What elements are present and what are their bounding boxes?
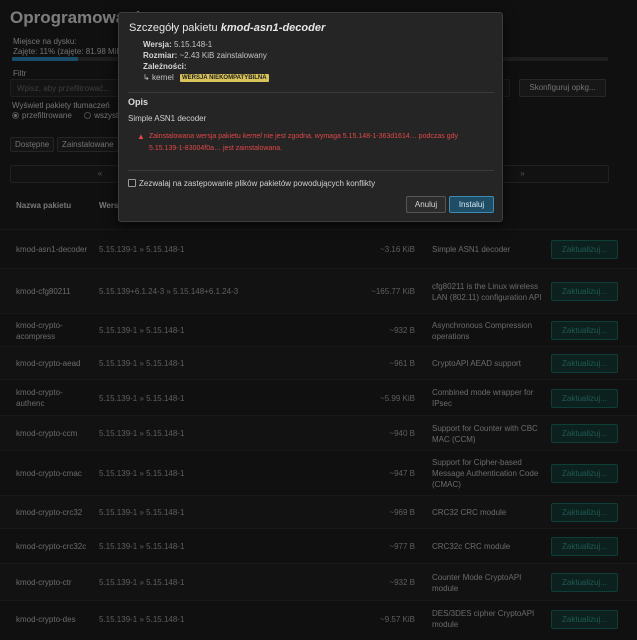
overwrite-checkbox[interactable]: [128, 179, 136, 187]
dependency-name: kernel: [151, 73, 174, 82]
warning-text-part1: Zainstalowana wersja pakietu: [149, 133, 243, 140]
size-value: ~2.43 KiB zainstalowany: [179, 51, 267, 60]
version-value: 5.15.148-1: [174, 40, 213, 49]
package-details-dialog: Szczegóły pakietu kmod-asn1-decoder Wers…: [118, 12, 503, 222]
overwrite-option: Zezwalaj na zastępowanie plików pakietów…: [128, 179, 375, 188]
version-row: Wersja: 5.15.148-1: [143, 40, 212, 49]
description-heading: Opis: [128, 97, 149, 107]
size-row: Rozmiar: ~2.43 KiB zainstalowany: [143, 51, 267, 60]
dialog-title: Szczegóły pakietu kmod-asn1-decoder: [129, 22, 325, 34]
dependency-row: ↳ kernel WERSJA NIEKOMPATYBILNA: [143, 73, 269, 82]
incompatibility-warning: ▲ Zainstalowana wersja pakietu kernel ni…: [137, 131, 487, 154]
size-label: Rozmiar:: [143, 51, 178, 60]
dependencies-label: Zależności:: [143, 62, 187, 71]
install-button[interactable]: Instaluj: [449, 196, 494, 213]
dependency-arrow-icon: ↳: [143, 73, 150, 82]
divider: [128, 170, 494, 171]
dialog-title-package: kmod-asn1-decoder: [220, 22, 326, 34]
warning-icon: ▲: [137, 132, 145, 141]
description-text: Simple ASN1 decoder: [128, 114, 207, 123]
cancel-button[interactable]: Anuluj: [406, 196, 446, 213]
version-label: Wersja:: [143, 40, 172, 49]
divider: [128, 92, 494, 93]
dialog-title-prefix: Szczegóły pakietu: [129, 22, 221, 34]
incompatible-version-badge: WERSJA NIEKOMPATYBILNA: [179, 74, 269, 82]
overwrite-label: Zezwalaj na zastępowanie plików pakietów…: [139, 179, 376, 188]
warning-package-name: kernel: [242, 133, 262, 140]
